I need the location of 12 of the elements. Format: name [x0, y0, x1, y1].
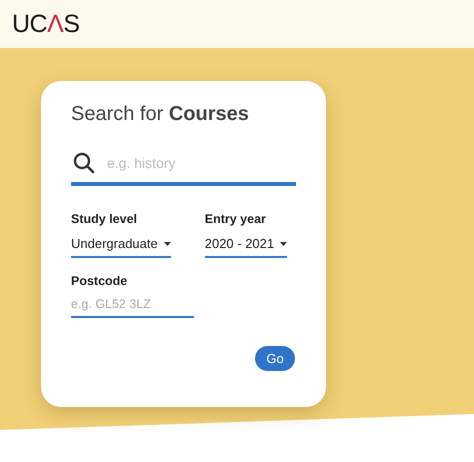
- dropdown[interactable]: Undergraduate: [71, 236, 171, 258]
- dropdown[interactable]: 2020 - 2021: [204, 236, 288, 258]
- card-title: Search for Courses: [71, 103, 250, 126]
- logo[interactable]: UCΛS: [12, 10, 80, 38]
- caret-icon: [280, 242, 288, 246]
- field-label: Study level: [71, 212, 138, 226]
- postcode-field[interactable]: e.g. GL52 3LZ: [71, 297, 194, 318]
- field-label: Entry year: [204, 212, 267, 226]
- go-button[interactable]: Go: [255, 346, 295, 371]
- search-icon: [73, 152, 95, 174]
- field-label: Postcode: [71, 274, 128, 288]
- caret-icon: [164, 242, 171, 246]
